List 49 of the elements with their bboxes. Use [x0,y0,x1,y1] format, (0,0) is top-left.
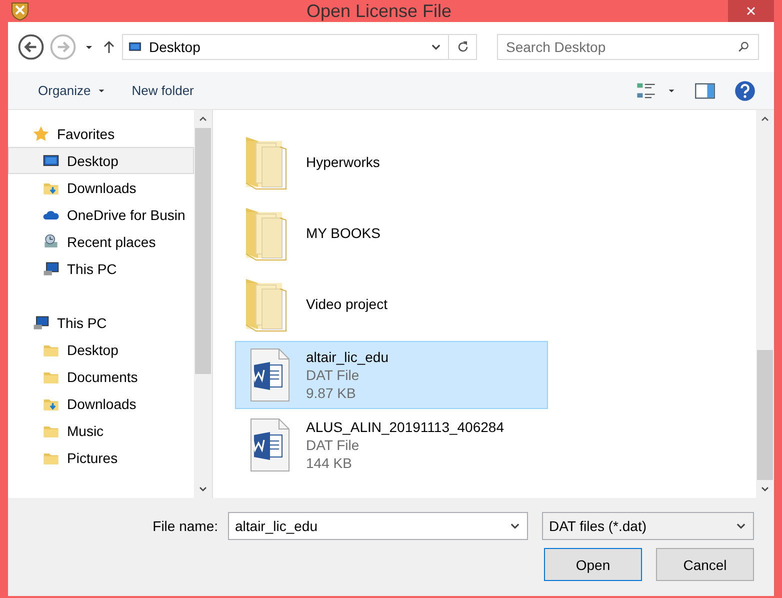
nav-item[interactable]: Desktop [8,147,194,174]
address-path: Desktop [148,39,202,55]
scrollbar[interactable] [756,110,774,498]
file-item[interactable]: ALUS_ALIN_20191113_406284 DAT File 144 KB [235,411,548,479]
nav-item[interactable]: Documents [8,363,194,390]
document-icon [248,347,292,403]
scroll-thumb[interactable] [757,350,773,480]
nav-item[interactable]: Recent places [8,228,194,255]
file-name: altair_lic_edu [306,349,388,365]
nav-item[interactable]: This PC [8,255,194,282]
search-field[interactable]: Search Desktop [497,34,759,60]
file-name: ALUS_ALIN_20191113_406284 [306,419,504,435]
file-size: 144 KB [306,455,353,471]
file-name-field[interactable]: altair_lic_edu [228,512,528,540]
scroll-down-icon [198,484,208,494]
file-type: DAT File [306,367,360,383]
file-size: 9.87 KB [306,385,357,401]
address-bar[interactable]: Desktop [122,34,477,60]
nav-item[interactable]: Downloads [8,174,194,201]
computer-icon [41,260,61,278]
nav-item[interactable]: OneDrive for Busin [8,201,194,228]
file-type-dropdown[interactable]: DAT files (*.dat) [542,512,754,540]
computer-icon [31,314,51,332]
dialog-button[interactable]: Open [544,548,642,581]
nav-item[interactable]: Downloads [8,390,194,417]
up-arrow-icon [102,40,116,54]
search-icon [737,40,751,54]
organize-menu[interactable]: Organize [30,79,114,102]
file-type: DAT File [306,437,360,453]
folder-item[interactable]: MY BOOKS [235,197,548,268]
scroll-thumb[interactable] [195,128,211,374]
star-icon [31,124,51,142]
file-name-label: File name: [152,518,218,534]
scroll-down-icon [760,484,770,494]
nav-item[interactable]: Favorites [8,120,194,147]
nav-item[interactable]: Desktop [8,336,194,363]
window-title: Open License File [305,0,453,22]
help-icon [734,80,756,102]
nav-item[interactable]: Pictures [8,444,194,471]
document-icon [248,417,292,473]
folder-item[interactable]: Hyperworks [235,126,548,197]
folder-item[interactable]: Video project [235,268,548,339]
new-folder-button[interactable]: New folder [124,79,202,102]
dialog-button[interactable]: Cancel [656,548,754,581]
scrollbar[interactable] [194,110,212,498]
file-item[interactable]: altair_lic_edu DAT File 9.87 KB [235,341,548,409]
back-button[interactable] [18,34,44,60]
nav-item[interactable]: This PC [8,309,194,336]
nav-item[interactable]: Music [8,417,194,444]
